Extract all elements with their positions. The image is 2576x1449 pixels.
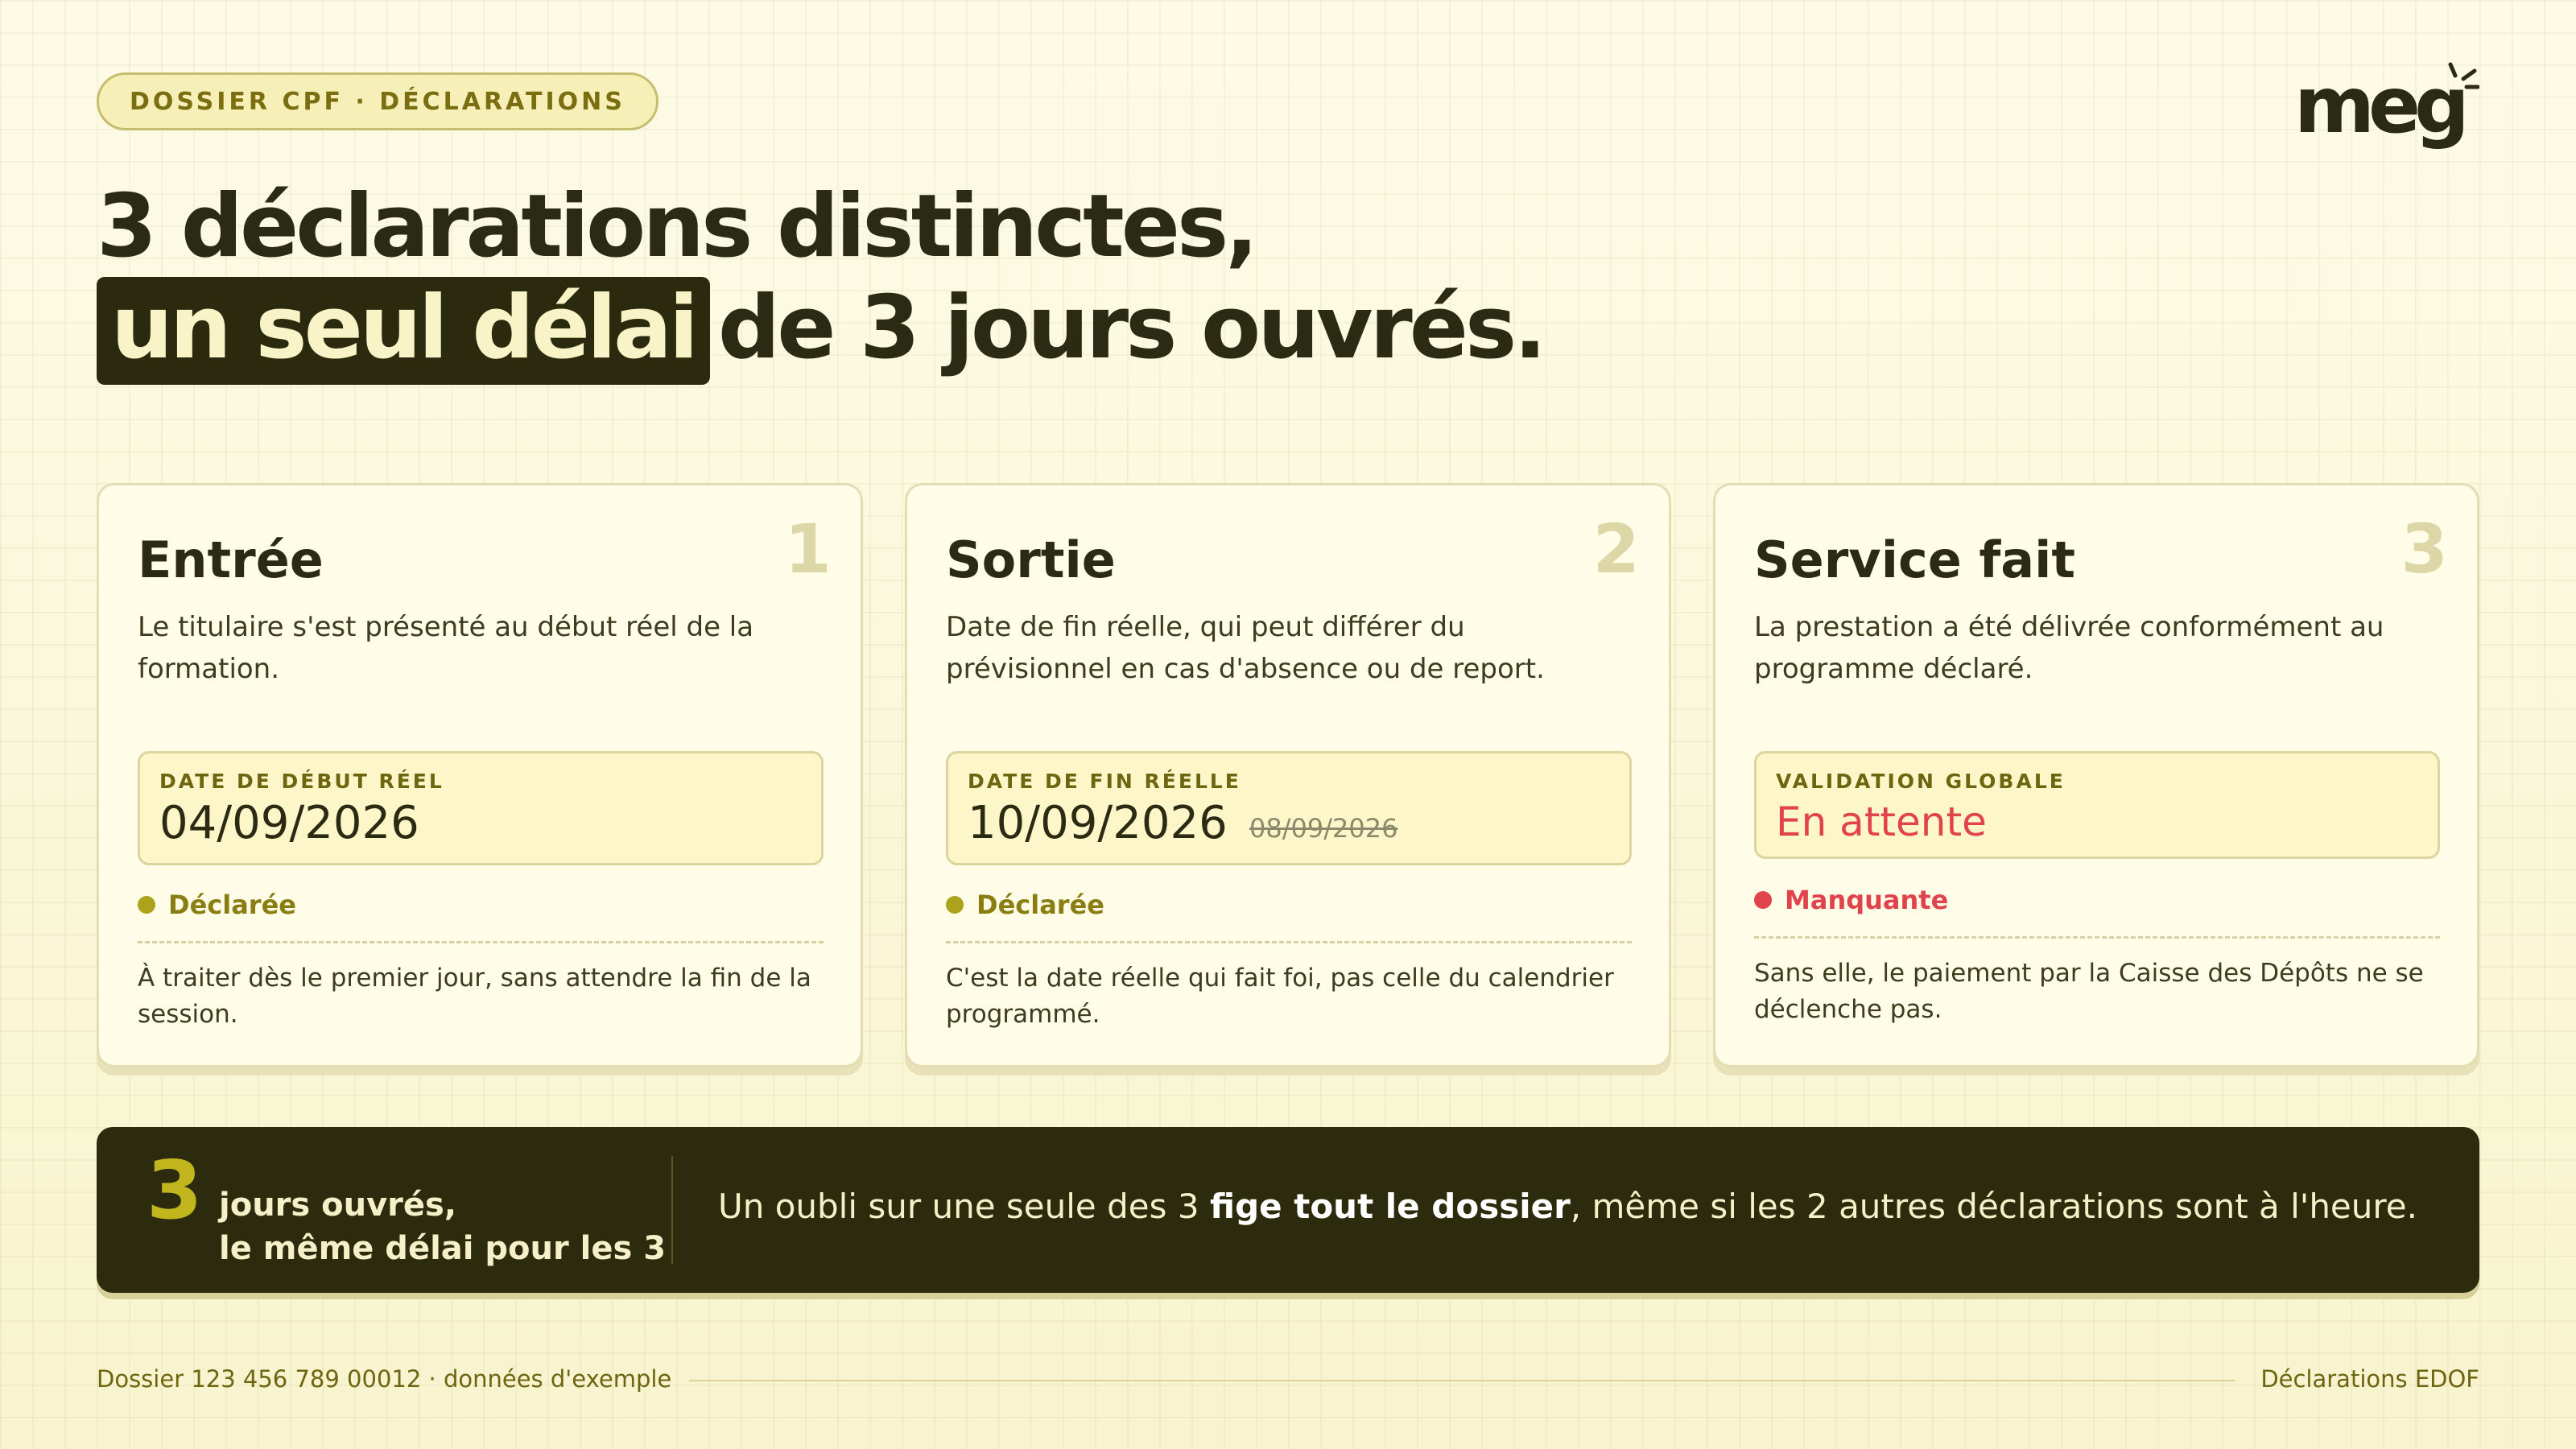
- headline-rest: de 3 jours ouvrés.: [717, 278, 1546, 378]
- headline-highlight: un seul délai: [97, 277, 710, 385]
- status-dot-icon: [138, 896, 155, 914]
- page-headline: 3 déclarations distinctes, un seul délai…: [97, 176, 1546, 385]
- banner-message-end: , même si les 2 autres déclarations sont…: [1570, 1187, 2417, 1226]
- logo-wordmark: meg: [2294, 60, 2470, 151]
- meg-logo: meg: [2294, 61, 2479, 150]
- logo-spark-icon: [2448, 62, 2479, 89]
- status-badge: Déclarée: [946, 890, 1104, 920]
- card-number: 2: [1592, 510, 1640, 588]
- card-note: À traiter dès le premier jour, sans atte…: [138, 964, 811, 1029]
- banner-big-number: 3: [147, 1143, 203, 1237]
- footer-label: Déclarations EDOF: [2260, 1365, 2479, 1393]
- banner-sub-line-1: jours ouvrés,: [219, 1187, 457, 1224]
- card-service-fait: 3 Service fait La prestation a été déliv…: [1713, 483, 2479, 1067]
- card-number: 3: [2401, 510, 2448, 588]
- card-note: Sans elle, le paiement par la Caisse des…: [1754, 959, 2424, 1024]
- footer-dossier: Dossier 123 456 789 00012 · données d'ex…: [97, 1365, 672, 1393]
- field-value: En attente: [1776, 799, 1987, 845]
- banner-sub-line-2: le même délai pour les 3: [219, 1230, 667, 1267]
- card-title: Service fait: [1754, 530, 2076, 589]
- status-dot-icon: [1754, 891, 1772, 909]
- card-sortie: 2 Sortie Date de fin réelle, qui peut di…: [905, 483, 1671, 1067]
- status-label: Déclarée: [976, 890, 1104, 920]
- field-label: VALIDATION GLOBALE: [1776, 770, 2066, 793]
- dossier-badge-label: DOSSIER CPF · DÉCLARATIONS: [130, 87, 625, 116]
- card-entree: 1 Entrée Le titulaire s'est présenté au …: [97, 483, 863, 1067]
- banner-message-start: Un oubli sur une seule des 3: [718, 1187, 1210, 1226]
- banner-subtitle: jours ouvrés, le même délai pour les 3: [219, 1183, 666, 1270]
- deadline-banner: 3 jours ouvrés, le même délai pour les 3…: [97, 1127, 2479, 1293]
- card-title: Entrée: [138, 530, 324, 589]
- date-fin-field[interactable]: DATE DE FIN RÉELLE 10/09/2026 08/09/2026: [946, 751, 1632, 865]
- dossier-badge: DOSSIER CPF · DÉCLARATIONS: [97, 72, 658, 130]
- divider: [138, 941, 824, 943]
- card-number: 1: [784, 510, 832, 588]
- date-debut-field[interactable]: DATE DE DÉBUT RÉEL 04/09/2026: [138, 751, 824, 865]
- divider: [1754, 936, 2440, 939]
- status-label: Manquante: [1785, 885, 1949, 915]
- card-title: Sortie: [946, 530, 1116, 589]
- previous-date: 08/09/2026: [1249, 813, 1398, 844]
- banner-separator: [671, 1156, 673, 1264]
- banner-message-bold: fige tout le dossier: [1209, 1187, 1571, 1226]
- divider: [946, 941, 1632, 943]
- validation-globale-field[interactable]: VALIDATION GLOBALE En attente: [1754, 751, 2440, 859]
- card-description: Date de fin réelle, qui peut différer du…: [946, 611, 1545, 685]
- status-dot-icon: [946, 896, 964, 914]
- card-description: La prestation a été délivrée conformémen…: [1754, 611, 2384, 685]
- status-label: Déclarée: [168, 890, 296, 920]
- banner-message: Un oubli sur une seule des 3 fige tout l…: [718, 1187, 2417, 1226]
- card-description: Le titulaire s'est présenté au début rée…: [138, 611, 754, 685]
- status-badge: Manquante: [1754, 885, 1948, 915]
- headline-line-2: un seul délai de 3 jours ouvrés.: [97, 277, 1546, 385]
- footer-divider: [689, 1380, 2235, 1381]
- status-badge: Déclarée: [138, 890, 296, 920]
- field-label: DATE DE FIN RÉELLE: [968, 770, 1241, 793]
- headline-line-1: 3 déclarations distinctes,: [97, 176, 1258, 277]
- field-label: DATE DE DÉBUT RÉEL: [159, 770, 444, 793]
- field-value: 04/09/2026: [159, 797, 419, 849]
- field-value: 10/09/2026: [968, 797, 1228, 849]
- card-note: C'est la date réelle qui fait foi, pas c…: [946, 964, 1614, 1029]
